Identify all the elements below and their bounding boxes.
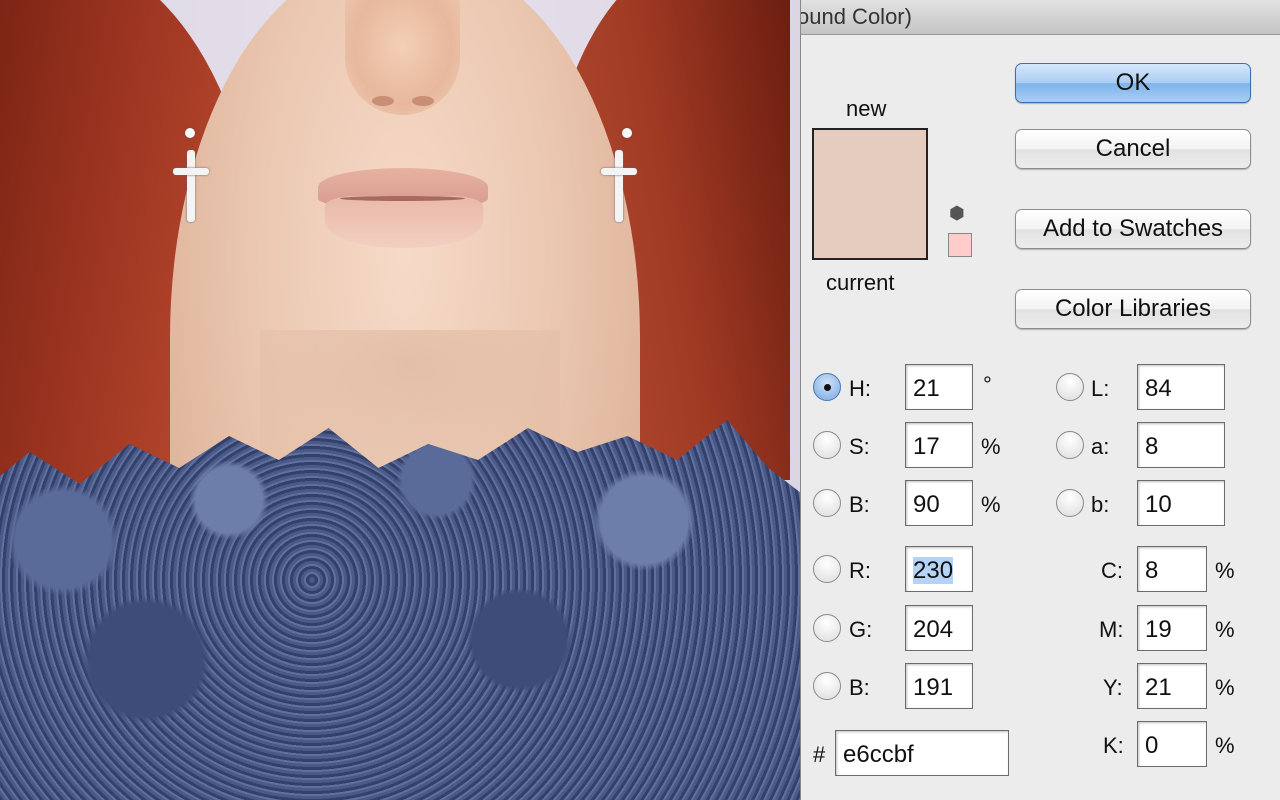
yellow-field[interactable]: 21 <box>1137 663 1207 709</box>
black-field[interactable]: 0 <box>1137 721 1207 767</box>
hex-label: # <box>813 742 826 767</box>
red-radio[interactable] <box>813 555 841 583</box>
brightness-unit: % <box>981 492 1001 517</box>
lightness-field[interactable]: 84 <box>1137 364 1225 410</box>
lower-lip <box>325 196 483 248</box>
saturation-label: S: <box>849 434 870 459</box>
lightness-label: L: <box>1091 376 1110 401</box>
nostril-right <box>412 96 434 106</box>
blue-label: B: <box>849 675 870 700</box>
cyan-unit: % <box>1215 558 1235 583</box>
black-unit: % <box>1215 733 1235 758</box>
cyan-label: C: <box>1101 558 1123 583</box>
yellow-label: Y: <box>1103 675 1123 700</box>
magenta-unit: % <box>1215 617 1235 642</box>
hue-radio[interactable] <box>813 373 841 401</box>
blue-field[interactable]: 191 <box>905 663 973 709</box>
portrait-photo <box>0 0 800 800</box>
nose <box>345 0 460 115</box>
lightness-radio[interactable] <box>1056 373 1084 401</box>
color-preview <box>812 128 928 260</box>
current-color-label: current <box>826 270 895 295</box>
green-radio[interactable] <box>813 614 841 642</box>
green-label: G: <box>849 617 873 642</box>
red-field[interactable]: 230 <box>905 546 973 592</box>
earring-stud-right <box>622 128 632 138</box>
green-field[interactable]: 204 <box>905 605 973 651</box>
new-color-swatch <box>814 130 926 194</box>
lab-a-field[interactable]: 8 <box>1137 422 1225 468</box>
lab-b-field[interactable]: 10 <box>1137 480 1225 526</box>
lab-a-label: a: <box>1091 434 1110 459</box>
lab-a-radio[interactable] <box>1056 431 1084 459</box>
web-safe-cube-icon[interactable]: ⬢ <box>949 204 965 222</box>
ok-button[interactable]: OK <box>1015 63 1251 103</box>
red-value-selected: 230 <box>913 557 954 584</box>
hex-field[interactable]: e6ccbf <box>835 730 1009 776</box>
hue-unit: ° <box>983 372 992 397</box>
lavender-bouquet <box>0 420 800 800</box>
title-bar[interactable]: ound Color) <box>801 0 1280 35</box>
hue-label: H: <box>849 376 871 401</box>
brightness-field[interactable]: 90 <box>905 480 973 526</box>
web-safe-color-swatch[interactable] <box>948 233 972 257</box>
new-color-label: new <box>846 96 887 121</box>
nostril-left <box>372 96 394 106</box>
lab-b-radio[interactable] <box>1056 489 1084 517</box>
cross-earring-right <box>601 150 637 222</box>
magenta-field[interactable]: 19 <box>1137 605 1207 651</box>
saturation-unit: % <box>981 434 1001 459</box>
cancel-button[interactable]: Cancel <box>1015 129 1251 169</box>
blue-radio[interactable] <box>813 672 841 700</box>
magenta-label: M: <box>1099 617 1124 642</box>
brightness-radio[interactable] <box>813 489 841 517</box>
current-color-swatch[interactable] <box>814 194 926 258</box>
yellow-unit: % <box>1215 675 1235 700</box>
black-label: K: <box>1103 733 1124 758</box>
color-picker-dialog: ound Color) new current ⬢ OK Cancel Add … <box>800 0 1280 800</box>
cyan-field[interactable]: 8 <box>1137 546 1207 592</box>
brightness-label: B: <box>849 492 870 517</box>
cross-earring-left <box>173 150 209 222</box>
lip-line <box>340 196 465 201</box>
saturation-radio[interactable] <box>813 431 841 459</box>
saturation-field[interactable]: 17 <box>905 422 973 468</box>
red-label: R: <box>849 558 871 583</box>
dialog-title: ound Color) <box>800 4 912 29</box>
earring-stud-left <box>185 128 195 138</box>
lab-b-label: b: <box>1091 492 1110 517</box>
hue-field[interactable]: 21 <box>905 364 973 410</box>
add-to-swatches-button[interactable]: Add to Swatches <box>1015 209 1251 249</box>
color-libraries-button[interactable]: Color Libraries <box>1015 289 1251 329</box>
